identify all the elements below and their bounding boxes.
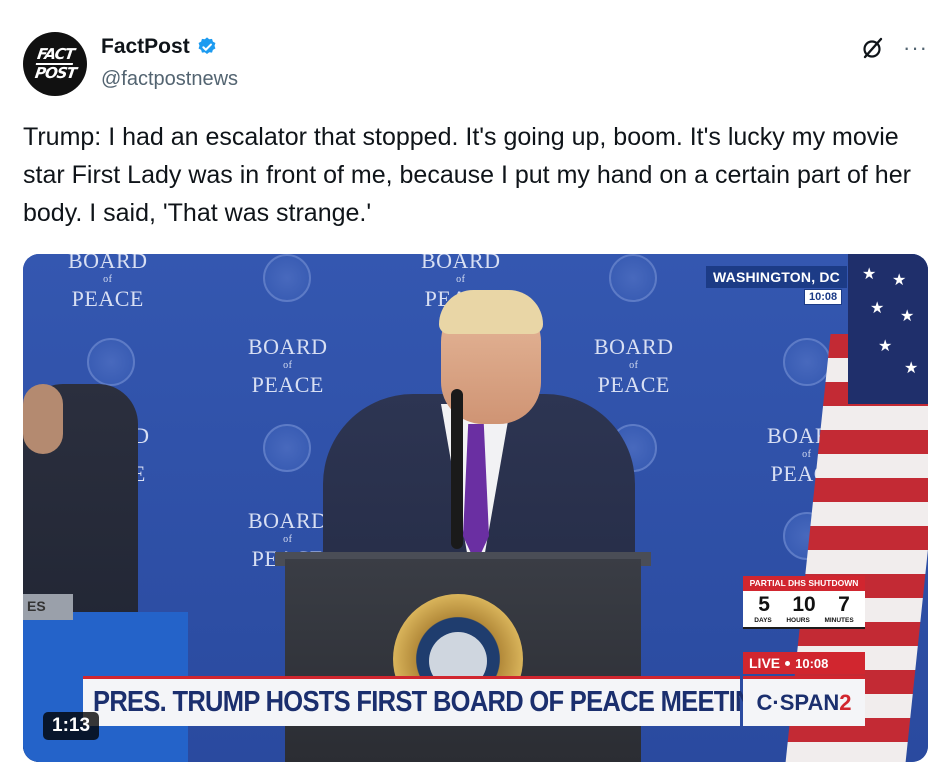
network-logo-prefix: C·SPAN [756, 689, 840, 715]
flag-canton: ★ ★ ★ ★ ★ ★ [848, 254, 928, 404]
chyron-text: PRES. TRUMP HOSTS FIRST BOARD OF PEACE M… [93, 686, 773, 718]
backdrop-seal-icon [263, 424, 311, 472]
tweet-text: Trump: I had an escalator that stopped. … [23, 123, 911, 227]
avatar-logo-line-1: FACT [35, 45, 75, 65]
microphone [451, 389, 463, 549]
shutdown-minutes-unit: MINUTES [824, 617, 854, 624]
shutdown-days-unit: DAYS [754, 617, 772, 624]
shutdown-counter: PARTIAL DHS SHUTDOWN 5 10 7 DAYS HOURS M… [743, 576, 865, 629]
more-options-icon[interactable]: ··· [903, 37, 928, 59]
network-logo: C·SPAN 2 [743, 676, 865, 726]
live-dot-icon [785, 660, 791, 666]
seated-person-head [23, 384, 63, 454]
video-duration: 1:13 [43, 712, 100, 740]
display-name[interactable]: FactPost [101, 35, 190, 59]
live-time: 10:08 [795, 655, 829, 671]
shutdown-title: PARTIAL DHS SHUTDOWN [743, 576, 865, 591]
backdrop-seal-icon [609, 254, 657, 302]
live-label: LIVE [749, 655, 781, 671]
backdrop-seal-icon [263, 254, 311, 302]
backdrop-logo: BOARDofPEACE [594, 334, 674, 397]
dateline-time: 10:08 [804, 289, 843, 305]
shutdown-hours-value: 10 [792, 593, 816, 616]
shutdown-hours-unit: HOURS [786, 617, 810, 624]
author-name-row: FactPost [101, 35, 218, 59]
video-player[interactable]: BOARDofPEACE BOARDofPEACE BOARDofPEACE B… [23, 254, 928, 762]
backdrop-seal-icon [87, 338, 135, 386]
avatar-logo-line-2: POST [33, 64, 77, 82]
grok-icon[interactable] [861, 36, 885, 60]
table-name-plate: ES [23, 594, 73, 620]
backdrop-seal-icon [783, 338, 831, 386]
backdrop-logo: BOARDofPEACE [248, 334, 328, 397]
tweet-top-actions: ··· [861, 36, 928, 60]
dateline: WASHINGTON, DC [706, 266, 847, 288]
news-chyron: PRES. TRUMP HOSTS FIRST BOARD OF PEACE M… [83, 676, 773, 726]
live-indicator: LIVE 10:08 [743, 652, 865, 674]
author-handle[interactable]: @factpostnews [101, 68, 238, 91]
speaker-hair [439, 290, 543, 334]
shutdown-minutes-value: 7 [838, 593, 850, 616]
avatar[interactable]: FACT POST [23, 32, 87, 96]
verified-badge-icon[interactable] [196, 36, 218, 58]
backdrop-logo: BOARDofPEACE [68, 254, 148, 311]
network-logo-suffix: 2 [839, 689, 852, 715]
shutdown-days-value: 5 [758, 593, 770, 616]
